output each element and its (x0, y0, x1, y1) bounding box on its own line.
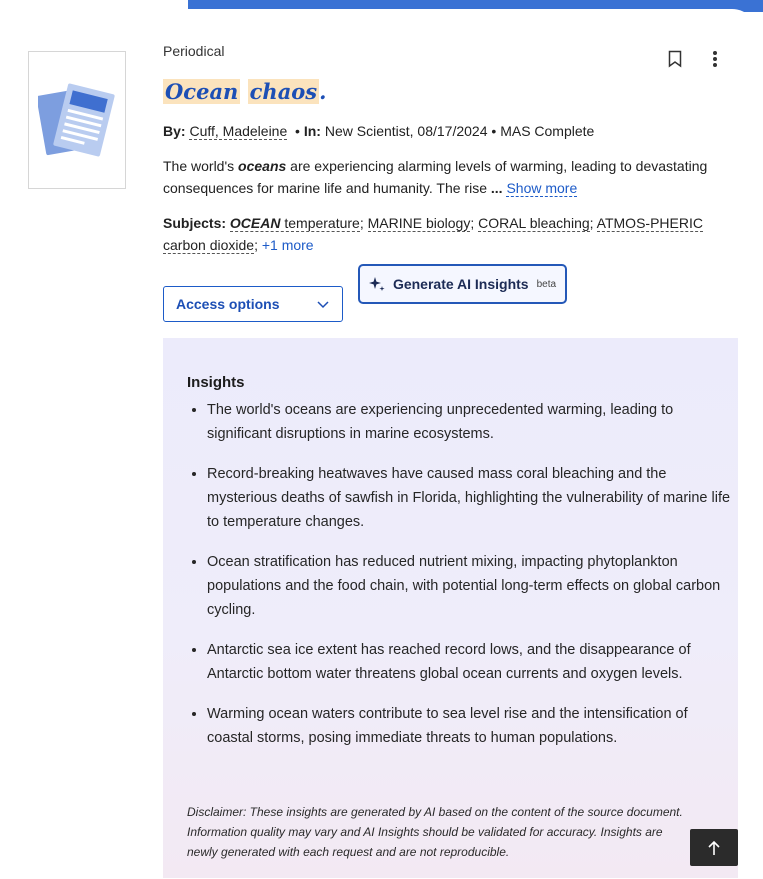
scroll-to-top-button[interactable] (690, 829, 738, 866)
sparkle-icon (368, 277, 385, 291)
result-card: Periodical Ocean chaos. By: Cuff, Madele… (0, 9, 758, 879)
access-options-label: Access options (176, 296, 280, 312)
publication-thumbnail[interactable] (28, 51, 126, 189)
title-highlight-2: chaos (247, 79, 320, 104)
more-options-button[interactable] (706, 49, 724, 69)
by-label: By: (163, 123, 186, 139)
beta-badge: beta (536, 278, 557, 290)
insights-list: The world's oceans are experiencing unpr… (187, 398, 737, 766)
insights-heading: Insights (187, 374, 245, 391)
ai-insights-label: Generate AI Insights (392, 276, 529, 292)
subject-link[interactable]: OCEAN temperature (229, 215, 360, 232)
separator: • (491, 123, 497, 139)
generate-ai-insights-button[interactable]: Generate AI Insights beta (358, 264, 567, 304)
access-options-dropdown[interactable]: Access options (163, 286, 343, 322)
insight-item: Warming ocean waters contribute to sea l… (207, 702, 737, 750)
record-title[interactable]: Ocean chaos. (163, 79, 326, 104)
abstract-prefix: The world's (163, 158, 239, 174)
abstract-highlight: oceans (238, 158, 287, 174)
more-vertical-icon (713, 51, 717, 67)
title-end: . (319, 79, 327, 104)
ellipsis: ... (490, 180, 503, 196)
insight-item: Ocean stratification has reduced nutrien… (207, 550, 737, 622)
chevron-down-icon (317, 301, 329, 309)
insight-item: Antarctic sea ice extent has reached rec… (207, 638, 737, 686)
ai-insights-panel: Insights The world's oceans are experien… (163, 338, 738, 878)
database-name: MAS Complete (500, 123, 595, 139)
more-subjects-link[interactable]: +1 more (262, 237, 314, 253)
in-label: In: (303, 123, 321, 139)
ai-disclaimer: Disclaimer: These insights are generated… (187, 805, 683, 859)
source-text: New Scientist, 08/17/2024 (324, 123, 488, 139)
subjects: Subjects: OCEAN temperature; MARINE biol… (163, 215, 703, 254)
title-highlight-1: Ocean (163, 79, 241, 104)
bookmark-button[interactable] (666, 49, 684, 69)
publication-type: Periodical (163, 43, 225, 59)
byline: By: Cuff, Madeleine • In: New Scientist,… (163, 123, 595, 140)
bookmark-icon (668, 50, 682, 68)
show-more-link[interactable]: Show more (506, 180, 578, 197)
abstract: The world's oceans are experiencing alar… (163, 155, 708, 199)
subject-link[interactable]: CORAL bleaching (478, 215, 590, 232)
insight-item: Record-breaking heatwaves have caused ma… (207, 462, 737, 534)
arrow-up-icon (708, 840, 720, 855)
subjects-label: Subjects: (163, 215, 227, 231)
separator: • (295, 123, 300, 139)
periodical-icon (38, 83, 115, 157)
insight-item: The world's oceans are experiencing unpr… (207, 398, 737, 446)
subject-link[interactable]: MARINE biology (367, 215, 471, 232)
author-link[interactable]: Cuff, Madeleine (189, 123, 288, 140)
